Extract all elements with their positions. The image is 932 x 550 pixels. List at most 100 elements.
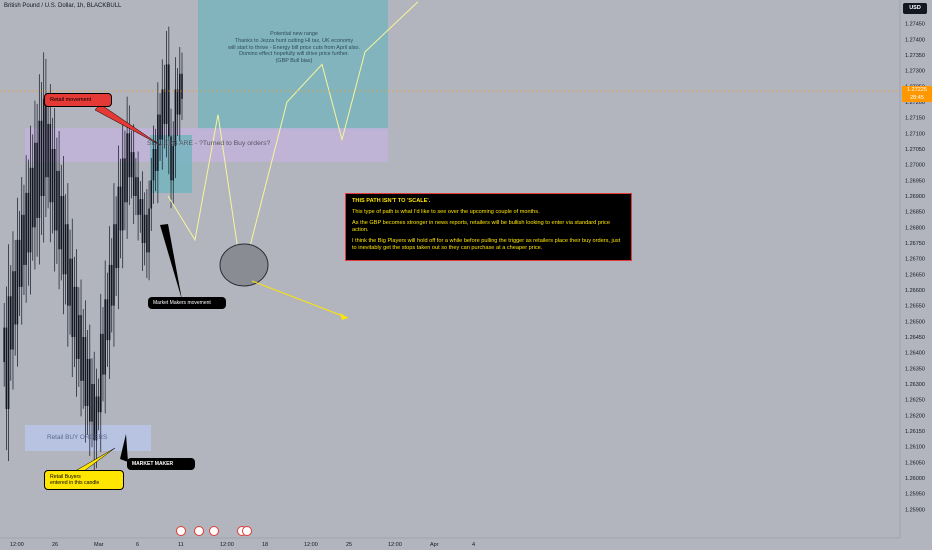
x-tick-label: 4 <box>472 542 475 548</box>
candle-body <box>172 145 175 181</box>
event-flag-icon[interactable] <box>194 526 204 536</box>
y-tick-label: 1.26450 <box>905 335 925 341</box>
y-tick-label: 1.27450 <box>905 22 925 28</box>
candle-body <box>29 167 32 253</box>
x-tick-label: 11 <box>178 542 184 548</box>
candle-body <box>137 177 139 215</box>
x-tick-label: 12:00 <box>10 542 24 548</box>
sellers-zone-label: SELLERS ARE - ?Turned to Buy orders? <box>147 140 271 147</box>
candle-body <box>82 337 85 381</box>
potential-range-line: Thanks to Jezza hunt cutting HI tax, UK … <box>234 37 354 44</box>
candle-body <box>181 73 183 99</box>
y-tick-label: 1.26900 <box>905 194 925 200</box>
y-tick-label: 1.26100 <box>905 445 925 451</box>
x-tick-label: Mar <box>94 542 104 548</box>
y-tick-label: 1.26200 <box>905 413 925 419</box>
y-tick-label: 1.26850 <box>905 210 925 216</box>
candle-body <box>9 296 12 350</box>
retail-buyers-line: entered in this candle <box>50 480 100 486</box>
candle-body <box>139 199 142 215</box>
candle-body <box>80 315 82 381</box>
candle-body <box>84 337 87 406</box>
candle-body <box>104 299 106 375</box>
time-axis[interactable] <box>0 538 932 550</box>
candle-body <box>168 64 170 137</box>
candle-body <box>91 384 93 422</box>
candle-body <box>47 123 49 178</box>
y-tick-label: 1.26750 <box>905 241 925 247</box>
candle-body <box>141 199 144 243</box>
candle-body <box>36 142 38 218</box>
y-tick-label: 1.26700 <box>905 257 925 263</box>
candle-body <box>159 114 161 140</box>
event-flag-icon[interactable] <box>176 526 186 536</box>
candle-body <box>154 149 157 171</box>
candle-body <box>14 271 16 325</box>
candle-body <box>71 258 74 337</box>
y-tick-label: 1.26150 <box>905 429 925 435</box>
candle-body <box>42 98 45 196</box>
candle-body <box>18 239 21 287</box>
candle-body <box>106 299 109 341</box>
potential-range-line: (GBP Bull bias) <box>275 58 313 64</box>
candle-body <box>45 98 47 178</box>
event-flag-icon[interactable] <box>242 526 252 536</box>
x-tick-label: 6 <box>136 542 139 548</box>
potential-range-note: Potential new range Thanks to Jezza hunt… <box>205 31 383 65</box>
currency-button[interactable]: USD <box>903 3 927 14</box>
y-tick-label: 1.26000 <box>905 476 925 482</box>
candle-body <box>102 333 104 375</box>
candle-body <box>3 327 5 363</box>
y-tick-label: 1.27400 <box>905 37 925 43</box>
candle-body <box>78 315 80 359</box>
candle-body <box>16 239 19 325</box>
y-tick-label: 1.27050 <box>905 147 925 153</box>
candle-body <box>62 196 65 275</box>
y-tick-label: 1.26550 <box>905 304 925 310</box>
retail-buy-orders-label: Retail BUY ORDERS <box>47 434 108 441</box>
candle-body <box>5 327 8 410</box>
candle-body <box>60 196 63 250</box>
candle-body <box>67 224 69 306</box>
candle-body <box>113 224 115 306</box>
y-tick-label: 1.26500 <box>905 319 925 325</box>
current-price-tag: 1.27225 28:45 <box>902 86 932 102</box>
candle-body <box>128 133 131 178</box>
path-note-line: This type of path is what I'd like to se… <box>352 208 540 215</box>
potential-range-line: will start to thrive - Energy bill price… <box>228 44 360 51</box>
candle-body <box>31 167 34 228</box>
market-maker-label: MARKET MAKER <box>127 458 195 470</box>
candle-body <box>119 186 122 231</box>
potential-range-zone <box>198 0 388 130</box>
candle-body <box>34 142 36 228</box>
candle-body <box>146 214 148 253</box>
candle-body <box>64 224 67 275</box>
candle-body <box>161 89 164 140</box>
path-note-line: As the GBP becomes stronger in news repo… <box>352 219 610 233</box>
y-tick-label: 1.26250 <box>905 398 925 404</box>
x-tick-label: Apr <box>430 542 439 548</box>
y-tick-label: 1.27350 <box>905 53 925 59</box>
y-tick-label: 1.27000 <box>905 163 925 169</box>
event-flag-icon[interactable] <box>209 526 219 536</box>
candle-body <box>176 89 179 115</box>
y-tick-label: 1.27100 <box>905 131 925 137</box>
candle-body <box>23 214 25 265</box>
candle-body <box>20 214 23 287</box>
candle-body <box>124 158 126 203</box>
candle-body <box>108 264 111 341</box>
candle-body <box>51 149 54 203</box>
x-tick-label: 12:00 <box>388 542 402 548</box>
candle-body <box>93 384 95 441</box>
retail-buyers-label: Retail Buyers entered in this candle <box>44 470 124 490</box>
potential-range-line: Potential new range <box>270 31 318 37</box>
candle-body <box>115 224 117 269</box>
candle-body <box>99 333 102 413</box>
candle-body <box>148 208 150 253</box>
candle-body <box>179 73 181 115</box>
candle-body <box>53 149 56 231</box>
candle-body <box>86 358 89 406</box>
candle-body <box>135 177 137 196</box>
candle-body <box>40 120 43 196</box>
candle-body <box>49 123 52 203</box>
